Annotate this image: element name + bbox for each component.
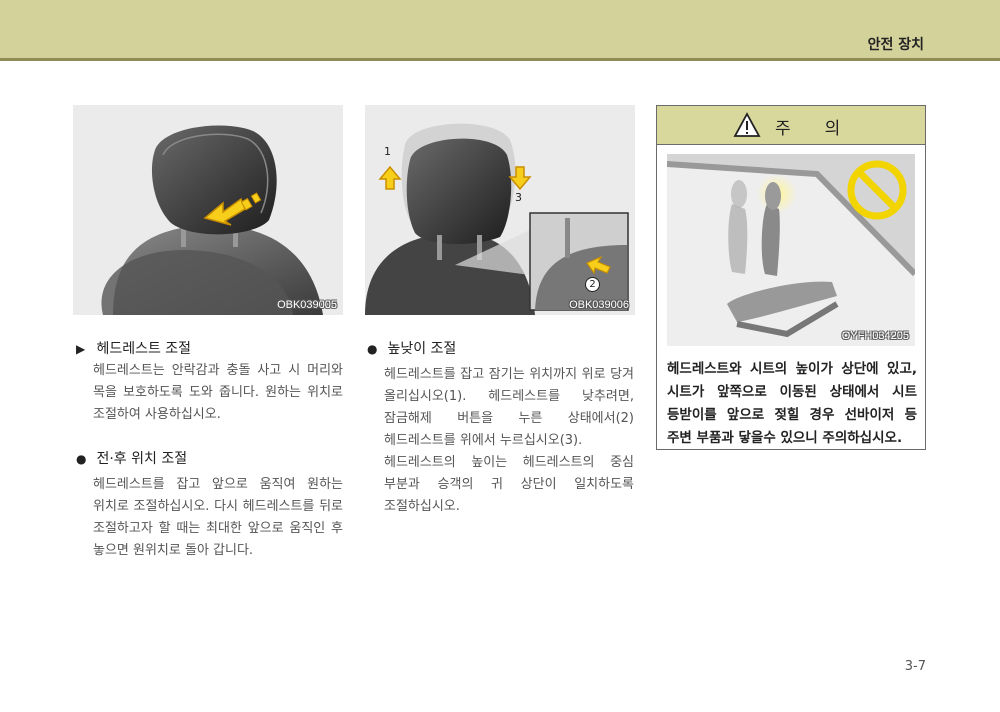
callout-3: 3 [515,191,522,204]
section-heading-height: ● 높낮이 조절 [367,338,456,358]
triangle-bullet-icon: ▶ [76,342,86,356]
caution-header: 주의 [657,106,925,145]
height-paragraph-1: 헤드레스트를 잡고 잠기는 위치까지 위로 당겨 올리십시오(1). 헤드레스트… [384,367,634,448]
headrest-height-photo: 1 3 2 OBK039006 [365,105,635,315]
section-title: 안전 장치 [867,37,924,53]
warning-triangle-icon [733,112,761,137]
caution-photo: OYFH034205 [667,154,915,346]
heading-text: 높낮이 조절 [387,341,457,357]
heading-text: 헤드레스트 조절 [96,341,192,357]
section-heading-headrest-adjust: ▶ 헤드레스트 조절 [76,338,191,358]
height-paragraph-2: 헤드레스트의 높이는 헤드레스트의 중심 부분과 승객의 귀 상단이 일치하도록… [384,455,634,514]
circle-bullet-icon: ● [367,342,378,356]
header-rule [0,58,1000,61]
headrest-forward-photo: OBK039005 [73,105,343,315]
photo-code: OBK039005 [277,299,337,311]
section-heading-forward-backward: ● 전·후 위치 조절 [76,448,187,468]
photo-code: OYFH034205 [841,330,909,342]
photo-code: OBK039006 [569,299,629,311]
header-band [0,0,1000,58]
circle-bullet-icon: ● [76,452,87,466]
caution-box: 주의 OYFH034205 헤드레스트와 시트의 높이가 상단에 있고, 시트가… [656,105,926,450]
callout-2: 2 [585,277,600,292]
page-number: 3-7 [904,659,926,674]
heading-text: 전·후 위치 조절 [96,451,188,467]
headrest-adjust-paragraph: 헤드레스트는 안락감과 충돌 사고 시 머리와 목을 보호하도록 도와 줍니다.… [93,363,343,422]
seat-contact-illustration [667,154,915,338]
headrest-forward-illustration [101,125,323,315]
callout-1: 1 [384,145,391,158]
caution-title: 주의 [775,119,875,139]
up-arrow-icon [378,165,402,190]
caution-text: 헤드레스트와 시트의 높이가 상단에 있고, 시트가 앞쪽으로 이동된 상태에서… [667,361,917,446]
forward-backward-paragraph: 헤드레스트를 잡고 앞으로 움직여 원하는 위치로 조절하십시오. 다시 헤드레… [93,477,343,558]
